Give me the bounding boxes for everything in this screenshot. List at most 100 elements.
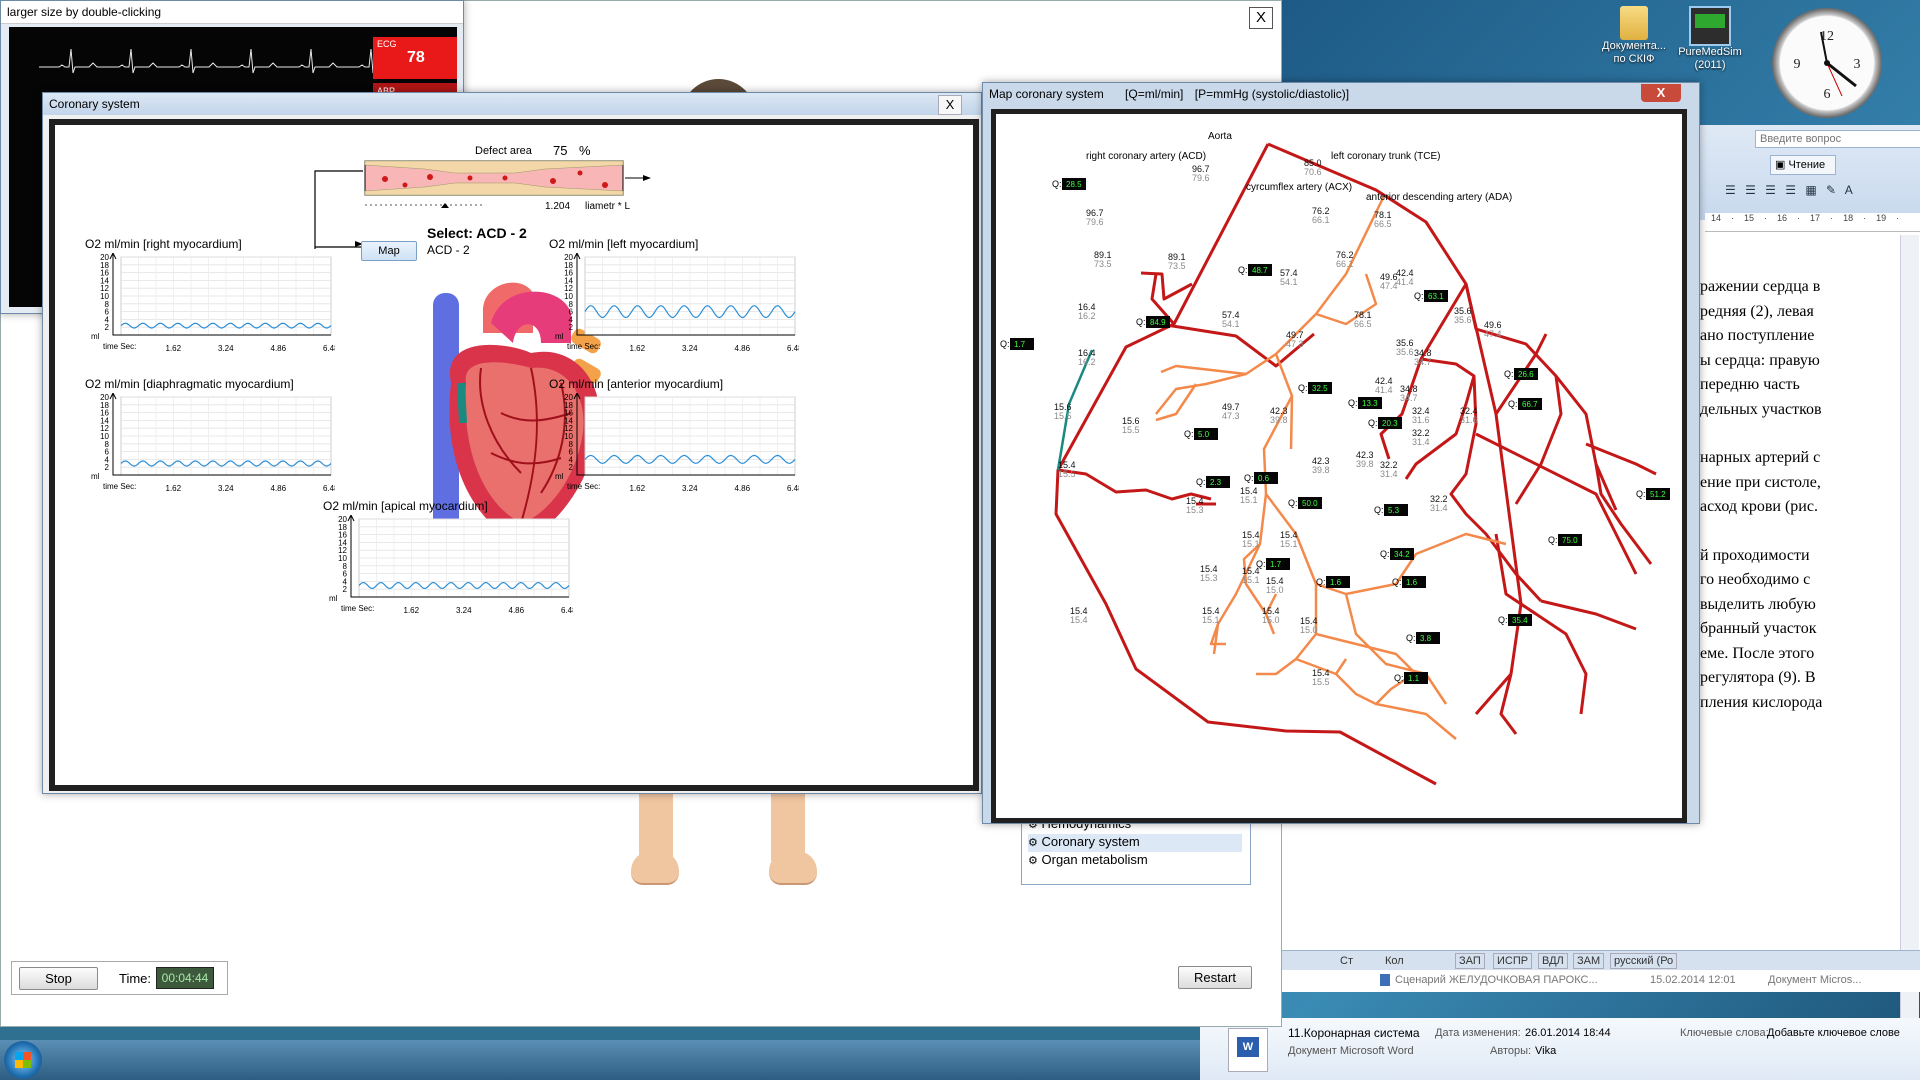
x-tick-label: 6.48 <box>787 344 799 353</box>
document-text[interactable]: ражении сердца в редняя (2), левая ано п… <box>1700 275 1870 715</box>
flow-value: 75.0 <box>1562 536 1578 545</box>
coronary-map: Aortaright coronary artery (ACD) left cor… <box>1000 131 1670 786</box>
close-icon[interactable]: X <box>1249 7 1273 29</box>
x-tick-label: 1.62 <box>630 344 646 353</box>
map-title: Map coronary system <box>989 87 1104 101</box>
diastolic-pressure: 15.1 <box>1242 575 1260 585</box>
flow-readout: Q: 0.6 <box>1244 472 1278 484</box>
status-track[interactable]: ИСПР <box>1493 953 1533 969</box>
patient-legs <box>631 781 831 891</box>
menu-item-label: Coronary system <box>1041 834 1140 849</box>
flow-readout: Q: 84.9 <box>1136 316 1170 328</box>
status-language[interactable]: русский (Ро <box>1610 953 1678 969</box>
diastolic-pressure: 66.5 <box>1374 219 1392 229</box>
desktop-icon-documents[interactable]: Документа... по СКІФ <box>1594 6 1674 84</box>
keywords-value[interactable]: Добавьте ключевое слове <box>1767 1027 1900 1039</box>
diastolic-pressure: 15.1 <box>1280 539 1298 549</box>
diastolic-pressure: 15.1 <box>1240 495 1258 505</box>
vertical-scrollbar[interactable] <box>1900 235 1919 1055</box>
map-canvas: Aorta right coronary artery (ACD) left cor… <box>991 109 1687 823</box>
flow-readout: Q: 66.7 <box>1508 398 1542 410</box>
flow-readout: Q: 3.8 <box>1406 632 1440 644</box>
restart-button[interactable]: Restart <box>1178 966 1252 989</box>
flow-readout: Q: 50.0 <box>1288 497 1322 509</box>
x-axis-label: time Sec: <box>567 482 600 491</box>
diastolic-pressure: 66.1 <box>1312 215 1330 225</box>
explorer-item-name[interactable]: Сценарий ЖЕЛУДОЧКОВАЯ ПАРОКС... <box>1395 974 1598 986</box>
diastolic-pressure: 15.1 <box>1242 539 1260 549</box>
flow-prefix: Q: <box>1244 473 1254 483</box>
defect-value: 75 <box>553 143 568 158</box>
doc-line: редняя (2), левая <box>1700 302 1814 320</box>
doc-line: выделить любую <box>1700 595 1816 613</box>
flow-prefix: Q: <box>1184 429 1194 439</box>
diastolic-pressure: 47.4 <box>1380 281 1398 291</box>
map-window[interactable]: Map coronary system [Q=ml/min] [P=mmHg (… <box>982 82 1700 824</box>
flow-value: 35.4 <box>1512 616 1528 625</box>
flow-prefix: Q: <box>1548 535 1558 545</box>
help-search-input[interactable] <box>1755 130 1920 148</box>
menu-item-organ-metabolism[interactable]: ⚙ Organ metabolism <box>1028 852 1242 870</box>
y-unit-label: ml <box>91 472 100 481</box>
doc-line <box>1700 422 1870 446</box>
status-ovr[interactable]: ЗАМ <box>1573 953 1605 969</box>
coronary-window[interactable]: Coronary system X Defect area 75 % 1.204… <box>42 92 982 794</box>
menu-item-coronary-system[interactable]: ⚙ Coronary system <box>1028 834 1242 852</box>
o2-chart: O2 ml/min [right myocardium] 20 18 16 14 12 10… <box>85 237 335 367</box>
status-col: Ст <box>1340 955 1353 967</box>
flow-value: 13.3 <box>1362 399 1378 408</box>
flow-readout: Q: 34.2 <box>1380 548 1414 560</box>
flow-value: 5.3 <box>1388 506 1400 515</box>
desktop-icon-puremedsim[interactable]: PureMedSim (2011) <box>1670 6 1750 84</box>
x-tick-label: 6.48 <box>561 606 573 615</box>
diastolic-pressure: 16.2 <box>1078 357 1096 367</box>
select-sub: ACD - 2 <box>427 243 470 257</box>
diastolic-pressure: 79.6 <box>1086 217 1104 227</box>
start-button[interactable] <box>4 1041 42 1079</box>
doc-line: нарных артерий с <box>1700 449 1821 466</box>
x-tick-label: 1.62 <box>630 484 646 493</box>
format-toolbar: ☰ ☰ ☰ ☰ ▦ ✎ A <box>1725 183 1856 197</box>
read-mode-button[interactable]: ▣ Чтение <box>1770 155 1836 175</box>
chart-plot: 2018161412108642mltime Sec: 1.62 3.24 4.86 6… <box>91 393 335 493</box>
folder-icon <box>1620 6 1648 40</box>
flow-prefix: Q: <box>1136 317 1146 327</box>
svg-text:6: 6 <box>1824 87 1831 102</box>
flow-prefix: Q: <box>1374 505 1384 515</box>
map-button[interactable]: Map <box>361 241 417 261</box>
desktop-icon-label: Документа... по СКІФ <box>1602 40 1666 65</box>
chart-title: O2 ml/min [apical myocardium] <box>323 499 488 513</box>
explorer-list: Сценарий ЖЕЛУДОЧКОВАЯ ПАРОКС... 15.02.20… <box>1280 970 1920 992</box>
status-rec[interactable]: ЗАП <box>1455 953 1485 969</box>
close-icon[interactable]: X <box>1641 84 1681 102</box>
x-tick-label: 6.48 <box>323 344 335 353</box>
chart-plot: 2018161412108642mltime Sec: 1.62 3.24 4.86 6… <box>555 253 799 353</box>
taskbar <box>0 1040 1200 1080</box>
stop-button[interactable]: Stop <box>19 967 98 990</box>
status-ext[interactable]: ВДЛ <box>1538 953 1568 969</box>
diastolic-pressure: 66.5 <box>1354 319 1372 329</box>
gear-icon: ⚙ <box>1028 855 1038 867</box>
doc-line: ано поступление <box>1700 327 1815 344</box>
x-tick-label: 4.86 <box>735 344 751 353</box>
flow-prefix: Q: <box>1196 477 1206 487</box>
o2-chart: O2 ml/min [apical myocardium] 20 18 16 14 12 1… <box>323 499 573 629</box>
menu-item-label: Organ metabolism <box>1041 852 1148 867</box>
doc-line: регулятора (9). В <box>1700 669 1816 686</box>
doc-line: пления кислорода <box>1700 693 1823 711</box>
right-foot-icon <box>769 851 817 885</box>
authors-value[interactable]: Vika <box>1535 1045 1556 1057</box>
flow-value: 34.2 <box>1394 550 1410 559</box>
diastolic-pressure: 15.5 <box>1312 677 1330 687</box>
flow-readout: Q: 63.1 <box>1414 290 1448 302</box>
left-foot-icon <box>631 851 679 885</box>
ecg-panel: ECG 78 <box>373 37 457 79</box>
flow-prefix: Q: <box>1000 339 1010 349</box>
diastolic-pressure: 73.5 <box>1168 261 1186 271</box>
x-axis-label: time Sec: <box>567 342 600 351</box>
close-icon[interactable]: X <box>938 95 962 115</box>
doc-line: дельных участков <box>1700 400 1822 418</box>
flow-readout: Q: 1.7 <box>1256 558 1290 570</box>
doc-line: ы сердца: правую <box>1700 351 1820 369</box>
flow-value: 28.5 <box>1066 180 1082 189</box>
